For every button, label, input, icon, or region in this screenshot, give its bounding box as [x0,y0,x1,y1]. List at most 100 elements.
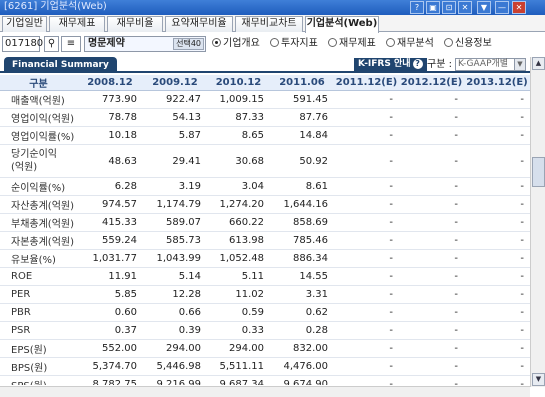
table-cell: 0.60 [77,303,143,322]
minimize-icon[interactable]: — [495,1,509,14]
table-row: 영업이익(억원) 78.78 54.13 87.33 87.76- - - [0,108,530,127]
close-icon[interactable]: ✕ [512,1,526,14]
table-cell: 0.59 [207,303,270,322]
table-cell: - [399,249,464,268]
table-cell: 773.90 [77,90,143,109]
table-cell: - [334,321,399,340]
table-cell: 589.07 [143,213,207,232]
table-cell: - [399,213,464,232]
radio-analysis[interactable]: 재무분석 [386,38,434,50]
table-cell: - [334,267,399,286]
column-header: 2012.12(E) [399,75,464,91]
table-cell: - [334,231,399,250]
row-label: EPS(원) [0,339,77,358]
table-row: 매출액(억원) 773.90 922.47 1,009.15 591.45- - - [0,90,530,109]
screen-icon[interactable]: ▣ [426,1,440,14]
table-cell: - [464,177,530,196]
radio-dot [328,38,337,47]
column-header: 2013.12(E) [464,75,530,91]
table-cell: 9,216.99 [143,375,207,385]
table-cell: 5.14 [143,267,207,286]
table-cell: 50.92 [270,144,334,178]
table-cell: 3.31 [270,285,334,304]
tab-financial-statements[interactable]: 재무제표 [49,16,105,32]
table-cell: 14.55 [270,267,334,286]
table-cell: - [399,177,464,196]
table-cell: - [399,321,464,340]
tab-strip: 기업일반 재무제표 재무비율 요약재무비율 재무비교차트 기업분석(Web) [0,15,545,33]
table-cell: 552.00 [77,339,143,358]
table-cell: - [464,375,530,385]
table-cell: - [464,126,530,145]
table-body: 매출액(억원) 773.90 922.47 1,009.15 591.45- - - 영업이익… [0,90,530,385]
tab-comparison-chart[interactable]: 재무비교차트 [235,16,303,32]
table-cell: - [334,144,399,178]
table-cell: 0.62 [270,303,334,322]
table-cell: - [464,303,530,322]
options-button[interactable]: 선택40 [173,38,204,50]
radio-statements[interactable]: 재무제표 [328,38,376,50]
radio-credit[interactable]: 신용정보 [444,38,492,50]
scroll-thumb[interactable] [532,157,545,187]
table-cell: - [464,357,530,376]
table-cell: 5.87 [143,126,207,145]
list-icon[interactable]: ≡ [61,36,81,52]
table-cell: - [464,321,530,340]
financial-summary-tab[interactable]: Financial Summary [4,57,117,73]
radio-dot [212,38,221,47]
tab-financial-ratios[interactable]: 재무비율 [107,16,163,32]
table-cell: 294.00 [207,339,270,358]
column-header: 2010.12 [207,75,270,91]
horizontal-scrollbar[interactable] [0,386,530,397]
table-cell: - [464,285,530,304]
radio-label: 재무분석 [397,38,434,49]
help-icon[interactable]: ? [410,1,424,14]
radio-overview[interactable]: 기업개요 [212,38,260,50]
column-header: 구분 [0,75,77,91]
tile-icon[interactable]: ⊡ [442,1,456,14]
radio-label: 재무제표 [339,38,376,49]
table-row: PER 5.85 12.28 11.02 3.31- - - [0,285,530,304]
pin-icon[interactable]: ✕ [458,1,472,14]
table-cell: - [399,285,464,304]
tab-company-analysis-web[interactable]: 기업분석(Web) [305,16,379,33]
table-cell: 613.98 [207,231,270,250]
toolbar: 017180 ⚲ ≡ 명문제약 선택40 기업개요 투자지표 재무제표 재무분석… [0,33,545,55]
ifrs-info-button[interactable]: K-IFRS 안내? [354,58,427,71]
table-header: 구분 2008.12 2009.12 2010.12 2011.06 2011.12(E)… [0,75,530,91]
table-cell: - [399,267,464,286]
row-label: 자산총계(억원) [0,195,77,214]
table-cell: - [399,357,464,376]
table-row: ROE 11.91 5.14 5.11 14.55- - - [0,267,530,286]
scroll-down-icon[interactable]: ▼ [532,373,545,386]
gubun-select[interactable]: K-GAAP개별 ▼ [455,58,526,71]
tab-summary-ratios[interactable]: 요약재무비율 [165,16,233,32]
financial-table: 구분 2008.12 2009.12 2010.12 2011.06 2011.12(E)… [0,75,530,385]
column-header: 2011.06 [270,75,334,91]
table-cell: 294.00 [143,339,207,358]
table-cell: - [399,339,464,358]
table-cell: - [334,177,399,196]
menu-icon[interactable]: ▼ [477,1,491,14]
table-cell: 1,274.20 [207,195,270,214]
row-label: 영업이익률(%) [0,126,77,145]
table-cell: 14.84 [270,126,334,145]
row-label: ROE [0,267,77,286]
search-icon[interactable]: ⚲ [44,36,59,52]
table-cell: - [464,144,530,178]
table-cell: 1,009.15 [207,90,270,109]
table-cell: 5.11 [207,267,270,286]
vertical-scrollbar[interactable]: ▲ ▼ [530,57,545,387]
scroll-up-icon[interactable]: ▲ [532,57,545,70]
table-cell: 591.45 [270,90,334,109]
code-input[interactable]: 017180 [2,36,43,52]
table-cell: - [399,108,464,127]
table-cell: 886.34 [270,249,334,268]
table-cell: 9,674.90 [270,375,334,385]
row-label: SPS(원) [0,375,77,385]
tab-company-general[interactable]: 기업일반 [2,16,47,32]
table-cell: 0.37 [77,321,143,340]
table-cell: 585.73 [143,231,207,250]
table-cell: - [399,303,464,322]
radio-investment[interactable]: 투자지표 [270,38,318,50]
